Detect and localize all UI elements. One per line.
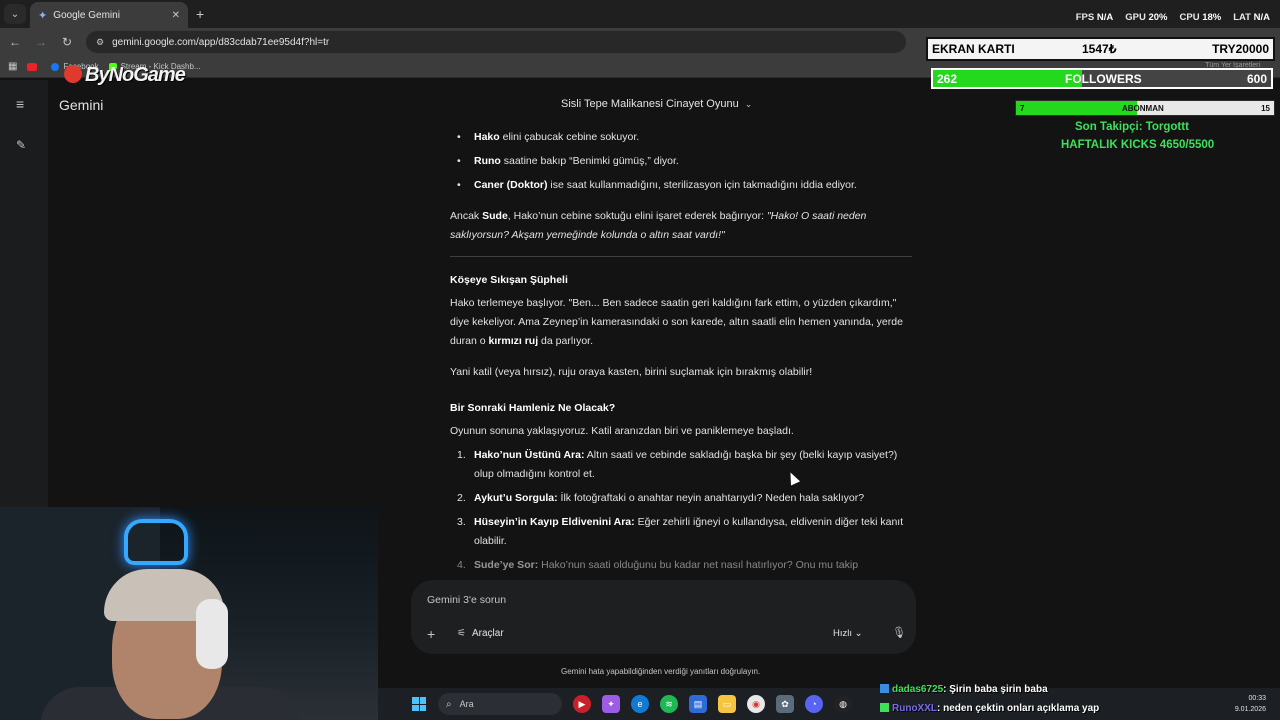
paragraph: Hako terlemeye başlıyor. "Ben... Ben sad… bbox=[450, 297, 903, 347]
sponsor-logo: ByNoGame bbox=[64, 64, 186, 87]
bynogame-logo-icon bbox=[64, 65, 82, 83]
list-item: Hako elini çabucak cebine sokuyor. bbox=[450, 128, 915, 147]
chrome-icon[interactable]: ◉ bbox=[747, 695, 765, 713]
conversation-title-dropdown[interactable]: Sisli Tepe Malikanesi Cinayet Oyunu ⌄ bbox=[561, 98, 752, 110]
gemini-favicon-icon: ✦ bbox=[38, 9, 48, 22]
chat-message: RunoXXL: neden çektin onları açıklama ya… bbox=[880, 703, 1099, 714]
tools-button[interactable]: ⚟ Araçlar bbox=[457, 628, 504, 639]
apps-grid-icon[interactable]: ▦ bbox=[8, 61, 17, 72]
taskbar-app-icon[interactable]: ✦ bbox=[602, 695, 620, 713]
chat-response: Hako elini çabucak cebine sokuyor. Runo … bbox=[450, 128, 915, 578]
url-text: gemini.google.com/app/d83cdab71ee95d4f?h… bbox=[112, 36, 330, 48]
disclaimer-text: Gemini hata yapabildiğinden verdiği yanı… bbox=[561, 667, 761, 676]
headphones bbox=[196, 599, 228, 669]
taskbar-app-icon[interactable]: ▶ bbox=[573, 695, 591, 713]
menu-icon[interactable]: ≡ bbox=[16, 96, 24, 112]
followers-goal-bar: 262 FOLLOWERS 600 bbox=[931, 68, 1273, 89]
taskbar-search[interactable]: ⌕ Ara bbox=[438, 693, 562, 715]
paragraph: Yani katil (veya hırsız), ruju oraya kas… bbox=[450, 366, 813, 378]
section-heading: Bir Sonraki Hamleniz Ne Olacak? bbox=[450, 402, 616, 414]
edge-icon[interactable]: e bbox=[631, 695, 649, 713]
taskbar-app-icon[interactable]: ✿ bbox=[776, 695, 794, 713]
address-bar[interactable]: ⚙ gemini.google.com/app/d83cdab71ee95d4f… bbox=[86, 31, 906, 53]
microphone-icon[interactable]: 🎙 bbox=[892, 626, 906, 639]
add-icon[interactable]: + bbox=[427, 626, 435, 642]
tools-icon: ⚟ bbox=[457, 628, 466, 639]
list-item: 2. Aykut’u Sorgula: İlk fotoğraftaki o an… bbox=[457, 492, 865, 504]
close-icon[interactable]: ✕ bbox=[172, 10, 180, 21]
neon-light bbox=[124, 519, 188, 565]
back-icon[interactable]: ← bbox=[4, 35, 26, 49]
chat-message: dadas6725: Şirin baba şirin baba bbox=[880, 684, 1048, 695]
list-item: Caner (Doktor) ise saat kullanmadığını, … bbox=[450, 176, 915, 195]
list-item: 4. Sude’ye Sor: Hako’nun saati olduğunu b… bbox=[457, 559, 859, 571]
folder-icon[interactable]: ▭ bbox=[718, 695, 736, 713]
subscriber-goal-bar: 7 ABONMAN 15 bbox=[1015, 100, 1275, 116]
store-icon[interactable]: ▤ bbox=[689, 695, 707, 713]
app-title: Gemini bbox=[59, 97, 104, 113]
discord-icon[interactable]: ◔ bbox=[805, 695, 823, 713]
tab-title: Google Gemini bbox=[53, 9, 120, 21]
badge-icon bbox=[880, 703, 889, 712]
site-info-icon[interactable]: ⚙ bbox=[96, 37, 104, 48]
reload-icon[interactable]: ↻ bbox=[56, 35, 78, 49]
prompt-input-box[interactable]: Gemini 3'e sorun + ⚟ Araçlar Hızlı ⌄ 🎙 bbox=[411, 580, 916, 654]
paragraph: Oyunun sonuna yaklaşıyoruz. Katil aranız… bbox=[450, 425, 794, 437]
system-clock[interactable]: 00:33 9.01.2026 bbox=[1235, 693, 1266, 715]
windows-start-icon[interactable] bbox=[412, 697, 426, 711]
paragraph: Ancak Sude, Hako’nun cebine soktuğu elin… bbox=[450, 210, 867, 241]
bookmark-youtube[interactable] bbox=[27, 62, 41, 71]
tab-search-button[interactable]: ⌄ bbox=[4, 4, 26, 24]
list-item: Runo saatine bakıp “Benimki gümüş,” diyo… bbox=[450, 152, 915, 171]
performance-stats: FPS N/A GPU 20% CPU 18% LAT N/A bbox=[1075, 12, 1270, 23]
forward-icon[interactable]: → bbox=[30, 35, 52, 49]
list-item: 3. Hüseyin’in Kayıp Eldivenini Ara: Eğer … bbox=[457, 516, 904, 547]
divider bbox=[450, 256, 912, 257]
list-item: 1. Hako’nun Üstünü Ara: Altın saati ve ce… bbox=[457, 449, 898, 480]
weekly-kicks-text: HAFTALIK KICKS 4650/5500 bbox=[1061, 139, 1215, 151]
youtube-icon bbox=[27, 62, 38, 71]
progress-fill bbox=[1016, 101, 1138, 115]
search-icon: ⌕ bbox=[446, 698, 452, 710]
new-chat-icon[interactable]: ✎ bbox=[16, 138, 26, 152]
last-follower-text: Son Takipçi: Torgottt bbox=[1075, 121, 1189, 133]
windows-taskbar: ⌕ Ara ▶ ✦ e ≋ ▤ ▭ ◉ ✿ ◔ ◍ 00:33 9.01.2026 bbox=[378, 688, 1280, 720]
browser-tab[interactable]: ✦ Google Gemini ✕ bbox=[30, 2, 188, 28]
chevron-down-icon: ⌄ bbox=[744, 99, 753, 109]
spotify-icon[interactable]: ≋ bbox=[660, 695, 678, 713]
webcam-feed bbox=[0, 507, 378, 720]
facebook-icon bbox=[51, 62, 60, 71]
prompt-input[interactable]: Gemini 3'e sorun bbox=[427, 594, 506, 606]
badge-icon bbox=[880, 684, 889, 693]
new-tab-icon[interactable]: + bbox=[196, 6, 204, 22]
section-heading: Köşeye Sıkışan Şüpheli bbox=[450, 274, 568, 286]
chevron-down-icon: ⌄ bbox=[854, 628, 863, 639]
donation-goal-bar: EKRAN KARTI 1547₺ TRY20000 bbox=[926, 37, 1275, 61]
steam-icon[interactable]: ◍ bbox=[834, 695, 852, 713]
model-selector[interactable]: Hızlı ⌄ bbox=[833, 628, 863, 639]
